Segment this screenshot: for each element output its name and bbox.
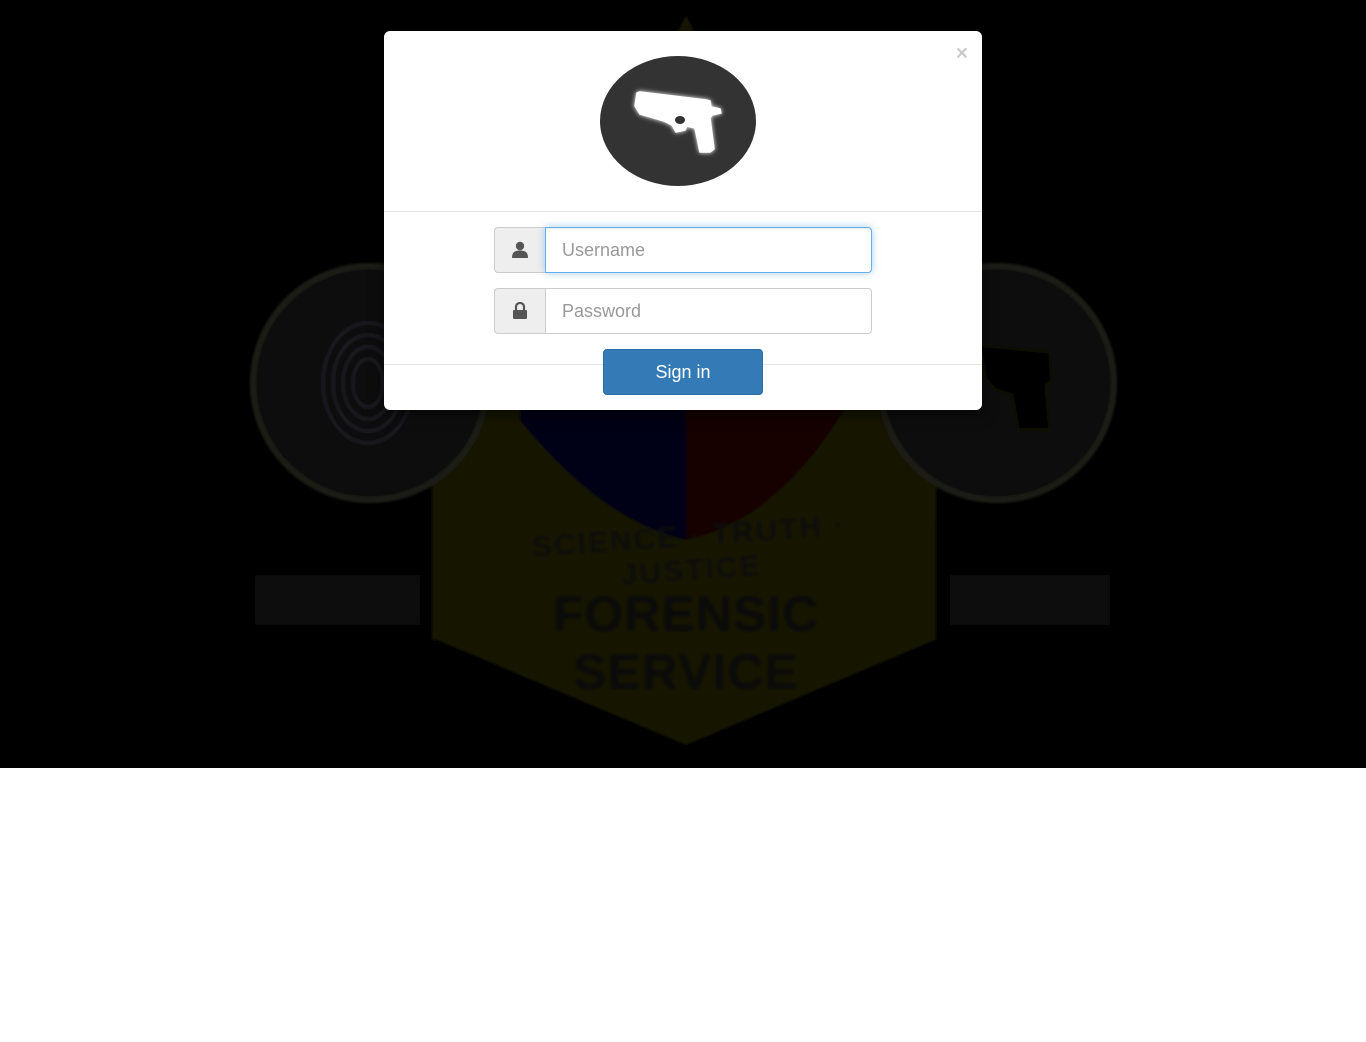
header-divider bbox=[384, 211, 982, 212]
password-group bbox=[494, 288, 872, 334]
lock-icon bbox=[494, 288, 545, 334]
login-modal: × S bbox=[384, 31, 982, 410]
password-input[interactable] bbox=[545, 288, 872, 334]
username-input[interactable] bbox=[545, 227, 872, 273]
pistol-logo-icon bbox=[600, 56, 756, 186]
close-button[interactable]: × bbox=[956, 43, 968, 64]
user-icon bbox=[494, 227, 545, 273]
username-group bbox=[494, 227, 872, 273]
sign-in-button[interactable]: Sign in bbox=[603, 349, 763, 395]
emblem-title: FORENSIC SERVICE bbox=[552, 586, 820, 700]
